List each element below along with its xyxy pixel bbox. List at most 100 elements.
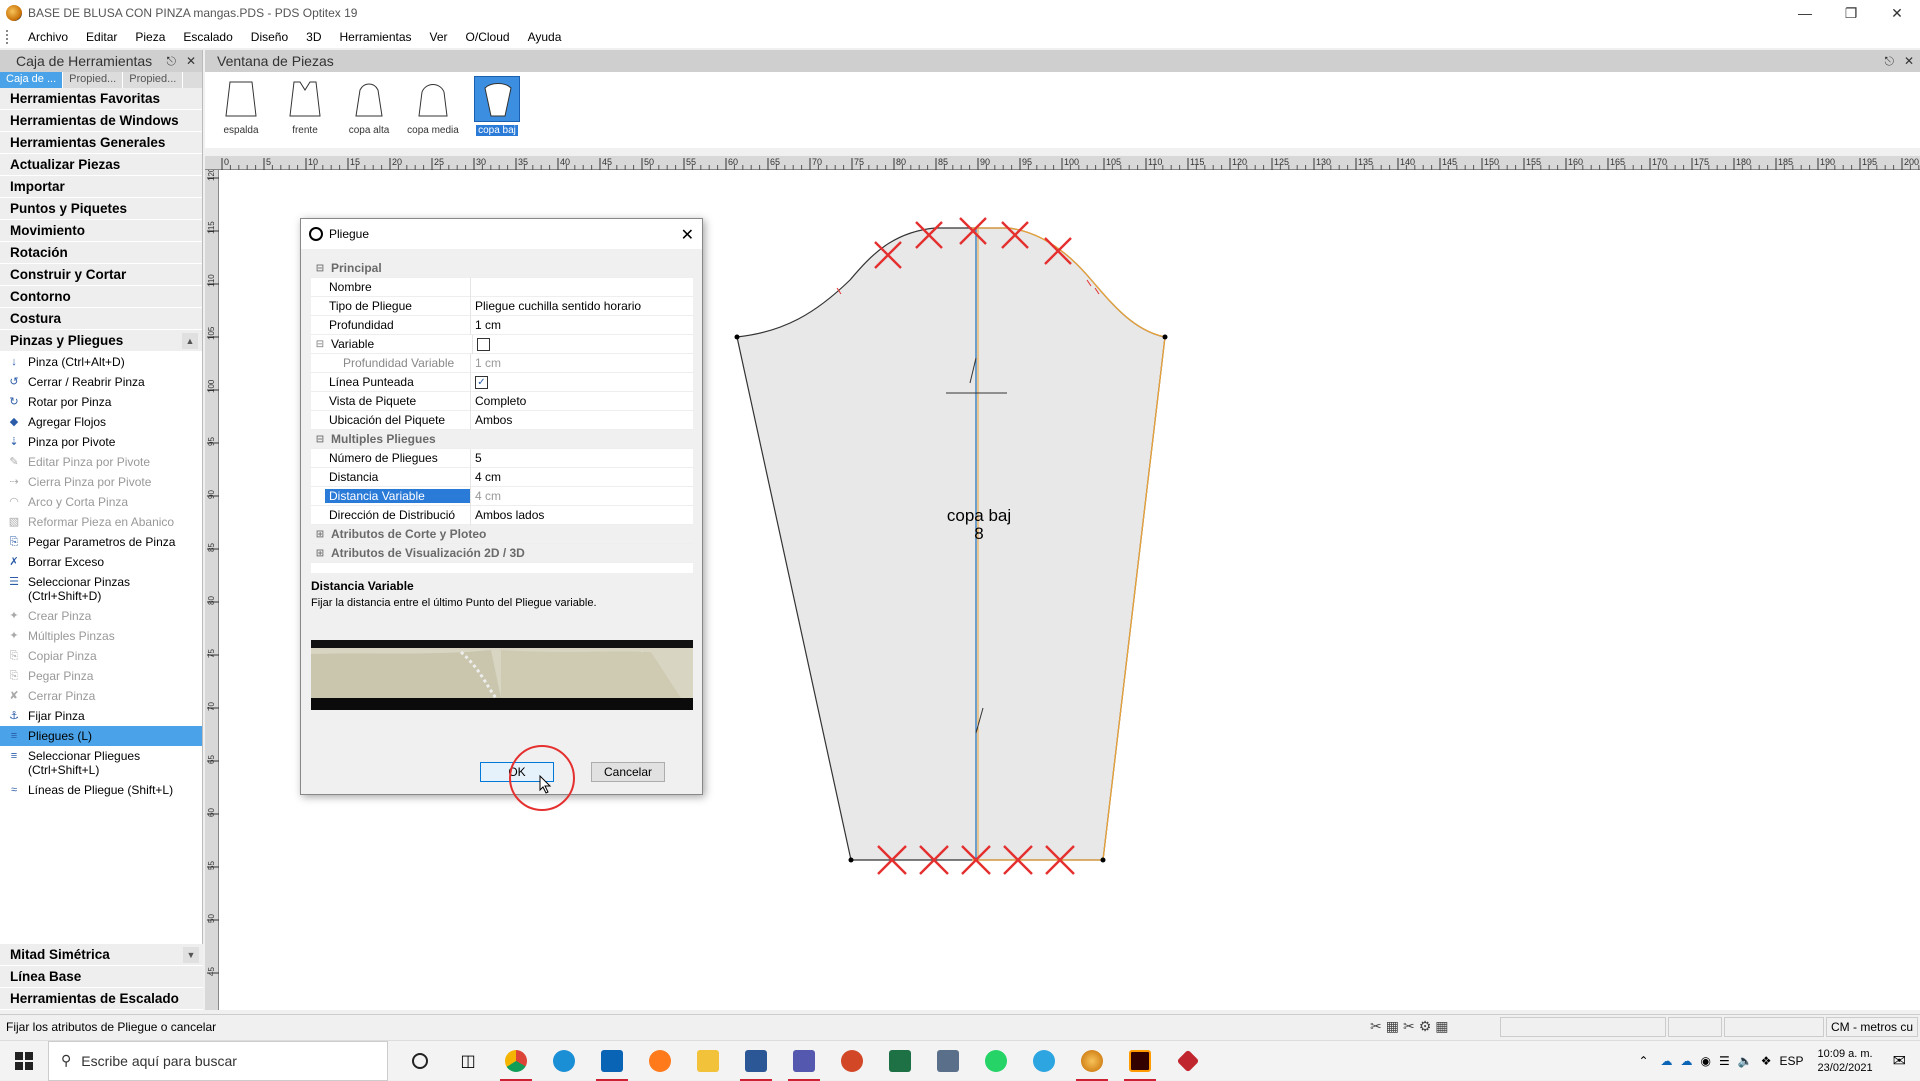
tool-crear-pinza[interactable]: ✦ Crear Pinza	[0, 606, 202, 626]
tipo-field[interactable]: Pliegue cuchilla sentido horario	[470, 296, 693, 316]
prop-direccion[interactable]: Dirección de Distribució Ambos lados	[311, 505, 693, 525]
clock[interactable]: 10:09 a. m. 23/02/2021	[1818, 1047, 1873, 1075]
tool-l-neas-de-pliegue[interactable]: ≈ Líneas de Pliegue (Shift+L)	[0, 780, 202, 800]
prop-profundidad-variable[interactable]: Profundidad Variable 1 cm	[311, 353, 693, 373]
collapse-up-icon[interactable]: ▲	[182, 333, 198, 349]
cancel-button[interactable]: Cancelar	[591, 762, 665, 782]
section-principal[interactable]: ⊟ Principal	[311, 259, 693, 278]
pin-icon[interactable]: ⎋	[166, 54, 176, 69]
category-herramientas-de-windows[interactable]: Herramientas de Windows	[0, 110, 202, 132]
tool-cerrar-reabrir-pinza[interactable]: ↺ Cerrar / Reabrir Pinza	[0, 372, 202, 392]
whatsapp-icon[interactable]	[972, 1041, 1020, 1081]
tool-pegar-pinza[interactable]: ⎘ Pegar Pinza	[0, 666, 202, 686]
prop-linea-punteada[interactable]: Línea Punteada ✓	[311, 372, 693, 392]
close-panel-icon[interactable]: ✕	[186, 54, 196, 69]
profundidad-variable-field[interactable]: 1 cm	[470, 353, 693, 373]
piece-thumb-copa-baj[interactable]: copa baj	[469, 76, 525, 136]
corner-point[interactable]	[1162, 334, 1168, 340]
piece-thumb-copa-media[interactable]: copa media	[405, 76, 461, 136]
direccion-field[interactable]: Ambos lados	[470, 505, 693, 525]
telegram-icon[interactable]	[1020, 1041, 1068, 1081]
taskbar-search[interactable]: ⚲ Escribe aquí para buscar	[48, 1040, 388, 1081]
section-visualizacion[interactable]: ⊞ Atributos de Visualización 2D / 3D	[311, 544, 693, 563]
collapse-icon[interactable]: ⊟	[313, 263, 327, 274]
tool-copiar-pinza[interactable]: ⎘ Copiar Pinza	[0, 646, 202, 666]
menu-ocloud[interactable]: O/Cloud	[457, 30, 519, 44]
expand-icon[interactable]: ⊞	[313, 548, 327, 559]
ubicacion-field[interactable]: Ambos	[470, 410, 693, 430]
tool-reformar-pieza-en-abanico[interactable]: ▧ Reformar Pieza en Abanico	[0, 512, 202, 532]
distancia-variable-field[interactable]: 4 cm	[470, 486, 693, 506]
piece-thumb-copa-alta[interactable]: copa alta	[341, 76, 397, 136]
word-icon[interactable]	[732, 1041, 780, 1081]
units-indicator[interactable]: CM - metros cu	[1826, 1016, 1919, 1037]
file-explorer-icon[interactable]	[684, 1041, 732, 1081]
category-pinzas-y-pliegues[interactable]: Pinzas y Pliegues ▲	[0, 330, 202, 352]
close-icon[interactable]: ✕	[1874, 0, 1920, 26]
edge-icon[interactable]	[540, 1041, 588, 1081]
minimize-icon[interactable]: —	[1782, 0, 1828, 26]
tool-arco-y-corta-pinza[interactable]: ◠ Arco y Corta Pinza	[0, 492, 202, 512]
menu-ayuda[interactable]: Ayuda	[519, 30, 571, 44]
tool-seleccionar-pinzas[interactable]: ☰ Seleccionar Pinzas (Ctrl+Shift+D)	[0, 572, 202, 606]
menu-editar[interactable]: Editar	[77, 30, 126, 44]
category-l-nea-base[interactable]: Línea Base	[0, 966, 203, 988]
corner-point[interactable]	[1100, 857, 1106, 863]
illustrator-icon[interactable]	[1116, 1041, 1164, 1081]
corner-point[interactable]	[734, 334, 740, 340]
menu-pieza[interactable]: Pieza	[126, 30, 174, 44]
section-corte[interactable]: ⊞ Atributos de Corte y Ploteo	[311, 525, 693, 544]
profundidad-field[interactable]: 1 cm	[470, 315, 693, 335]
tool-cierra-pinza-por-pivote[interactable]: ⇢ Cierra Pinza por Pivote	[0, 472, 202, 492]
tab-propiedades-2[interactable]: Propied...	[123, 72, 184, 88]
chrome-icon[interactable]	[492, 1041, 540, 1081]
prop-distancia[interactable]: Distancia 4 cm	[311, 467, 693, 487]
tool-pliegues[interactable]: ≡ Pliegues (L)	[0, 726, 202, 746]
tool-cerrar-pinza[interactable]: ✘ Cerrar Pinza	[0, 686, 202, 706]
expand-down-icon[interactable]: ▼	[183, 947, 199, 963]
collapse-icon[interactable]: ⊟	[313, 434, 327, 445]
firefox-icon[interactable]	[636, 1041, 684, 1081]
tab-propiedades-1[interactable]: Propied...	[63, 72, 124, 88]
prop-variable[interactable]: ⊟ Variable	[311, 334, 693, 354]
prop-profundidad[interactable]: Profundidad 1 cm	[311, 315, 693, 335]
tool-m-ltiples-pinzas[interactable]: ✦ Múltiples Pinzas	[0, 626, 202, 646]
linea-punteada-checkbox[interactable]: ✓	[475, 375, 488, 389]
teams-icon[interactable]	[780, 1041, 828, 1081]
optitex-icon[interactable]	[1068, 1041, 1116, 1081]
excel-icon[interactable]	[876, 1041, 924, 1081]
onedrive-personal-icon[interactable]: ☁	[1681, 1054, 1693, 1068]
category-mitad-sim-trica[interactable]: Mitad Simétrica ▼	[0, 944, 203, 966]
tool-pegar-parametros-de-pinza[interactable]: ⎘ Pegar Parametros de Pinza	[0, 532, 202, 552]
prop-nombre[interactable]: Nombre	[311, 277, 693, 297]
task-view-icon[interactable]: ◫	[444, 1041, 492, 1081]
outlook-icon[interactable]	[588, 1041, 636, 1081]
category-herramientas-favoritas[interactable]: Herramientas Favoritas	[0, 88, 202, 110]
piece-thumb-espalda[interactable]: espalda	[213, 76, 269, 136]
dropbox-icon[interactable]: ❖	[1761, 1054, 1772, 1068]
powerpoint-icon[interactable]	[828, 1041, 876, 1081]
prop-distancia-variable[interactable]: Distancia Variable 4 cm	[311, 486, 693, 506]
category-actualizar-piezas[interactable]: Actualizar Piezas	[0, 154, 202, 176]
tool-pinza-por-pivote[interactable]: ⇣ Pinza por Pivote	[0, 432, 202, 452]
nombre-field[interactable]	[470, 277, 693, 297]
menu-escalado[interactable]: Escalado	[174, 30, 241, 44]
marker-app-icon[interactable]	[1164, 1041, 1212, 1081]
prop-ubicacion-piquete[interactable]: Ubicación del Piquete Ambos	[311, 410, 693, 430]
numero-field[interactable]: 5	[470, 448, 693, 468]
cortana-icon[interactable]	[396, 1041, 444, 1081]
vista-field[interactable]: Completo	[470, 391, 693, 411]
sleeve-piece[interactable]	[736, 227, 1166, 861]
notifications-icon[interactable]: ✉	[1893, 1051, 1906, 1071]
category-herramientas-de-escalado[interactable]: Herramientas de Escalado	[0, 988, 203, 1010]
tool-seleccionar-pliegues[interactable]: ≡ Seleccionar Pliegues (Ctrl+Shift+L)	[0, 746, 202, 780]
restore-icon[interactable]: ❐	[1828, 0, 1874, 26]
category-puntos-y-piquetes[interactable]: Puntos y Piquetes	[0, 198, 202, 220]
category-movimiento[interactable]: Movimiento	[0, 220, 202, 242]
wifi-icon[interactable]: ☰	[1719, 1054, 1730, 1068]
prop-tipo[interactable]: Tipo de Pliegue Pliegue cuchilla sentido…	[311, 296, 693, 316]
tab-caja[interactable]: Caja de ...	[0, 72, 64, 88]
tool-fijar-pinza[interactable]: ⚓ Fijar Pinza	[0, 706, 202, 726]
section-multiples[interactable]: ⊟ Multiples Pliegues	[311, 430, 693, 449]
variable-checkbox[interactable]	[477, 337, 490, 351]
